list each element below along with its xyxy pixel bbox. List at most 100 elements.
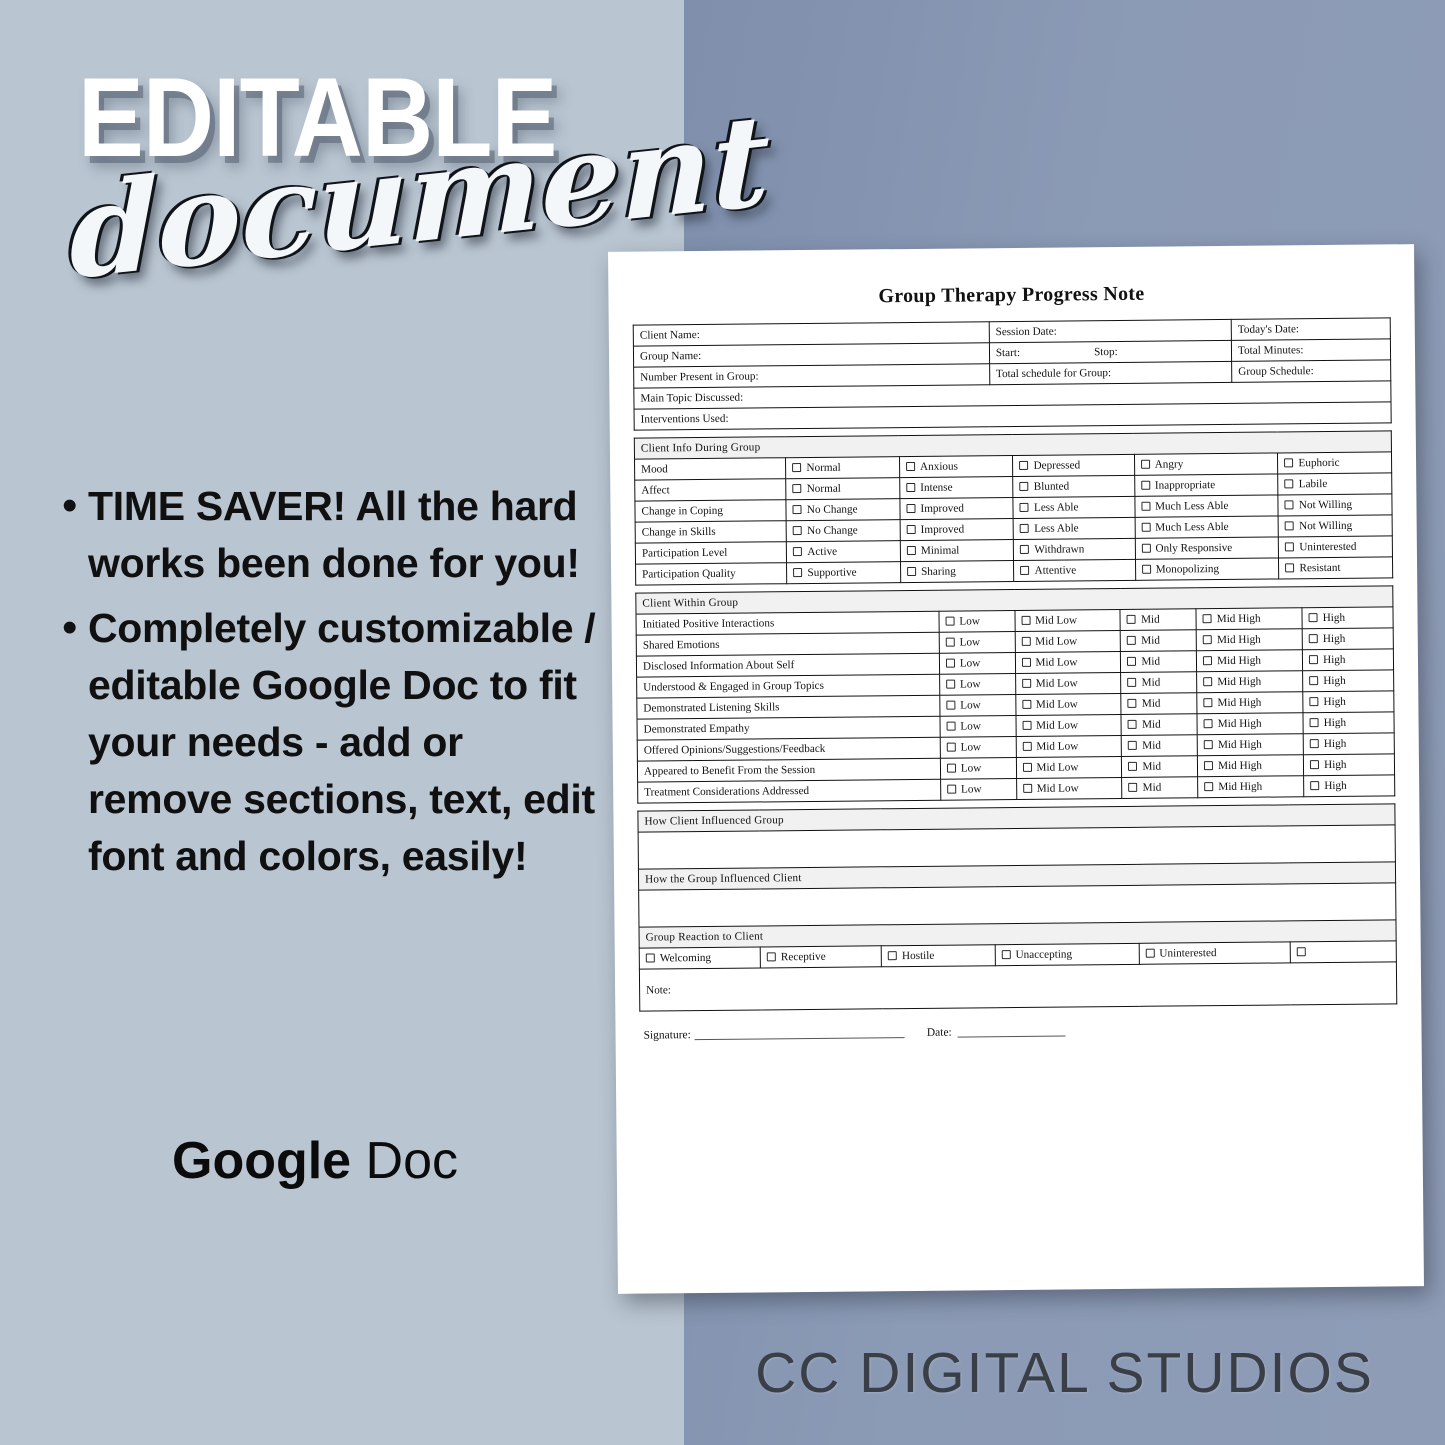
checkbox-icon[interactable] <box>1309 718 1319 728</box>
checkbox-option[interactable]: Not Willing <box>1278 493 1393 516</box>
checkbox-icon[interactable] <box>946 700 956 710</box>
checkbox-option[interactable]: Mid <box>1121 692 1198 715</box>
checkbox-icon[interactable] <box>1019 502 1030 512</box>
checkbox-option[interactable]: Mid <box>1121 734 1198 757</box>
checkbox-icon[interactable] <box>1309 697 1319 707</box>
checkbox-icon[interactable] <box>1127 656 1137 666</box>
checkbox-option[interactable]: Mid Low <box>1016 777 1123 800</box>
checkbox-option[interactable]: No Change <box>786 498 901 521</box>
checkbox-icon[interactable] <box>1284 458 1294 468</box>
checkbox-icon[interactable] <box>1204 761 1214 771</box>
checkbox-option[interactable]: Mid <box>1121 755 1198 778</box>
checkbox-option[interactable]: Labile <box>1278 472 1392 495</box>
checkbox-icon[interactable] <box>1020 523 1030 533</box>
checkbox-option[interactable]: Low <box>940 757 1017 780</box>
checkbox-icon[interactable] <box>1128 719 1138 729</box>
checkbox-option[interactable]: High <box>1302 648 1394 671</box>
checkbox-option[interactable]: Low <box>939 652 1016 675</box>
checkbox-option[interactable]: High <box>1302 669 1394 692</box>
checkbox-option[interactable]: Anxious <box>899 455 1014 478</box>
checkbox-icon[interactable] <box>945 616 955 626</box>
field-start-stop[interactable]: Start: Stop: <box>989 340 1232 364</box>
checkbox-icon[interactable] <box>1022 720 1032 730</box>
checkbox-option[interactable]: Welcoming <box>639 946 761 970</box>
checkbox-icon[interactable] <box>645 953 655 963</box>
checkbox-icon[interactable] <box>1308 634 1318 644</box>
checkbox-option[interactable]: Mid High <box>1196 670 1303 693</box>
checkbox-icon[interactable] <box>946 784 957 794</box>
checkbox-option[interactable]: Monopolizing <box>1135 557 1280 581</box>
checkbox-option[interactable]: Sharing <box>900 560 1015 583</box>
checkbox-option[interactable]: Much Less Able <box>1134 494 1279 518</box>
checkbox-icon[interactable] <box>1284 500 1294 510</box>
checkbox-option[interactable]: Hostile <box>881 944 996 967</box>
checkbox-option[interactable]: Active <box>786 540 901 563</box>
checkbox-icon[interactable] <box>1021 657 1031 667</box>
checkbox-icon[interactable] <box>1203 698 1213 708</box>
checkbox-icon[interactable] <box>1296 947 1306 957</box>
checkbox-option[interactable]: Low <box>939 673 1016 696</box>
checkbox-icon[interactable] <box>1141 564 1151 574</box>
checkbox-option[interactable]: Improved <box>900 518 1014 541</box>
checkbox-option[interactable]: Mid <box>1120 608 1197 631</box>
checkbox-option[interactable]: Mid High <box>1196 649 1303 672</box>
checkbox-icon[interactable] <box>1141 522 1151 532</box>
checkbox-icon[interactable] <box>1140 480 1150 490</box>
checkbox-option[interactable]: Receptive <box>760 945 882 968</box>
checkbox-icon[interactable] <box>1203 740 1213 750</box>
checkbox-option[interactable]: High <box>1302 690 1394 713</box>
checkbox-icon[interactable] <box>792 505 802 515</box>
checkbox-option[interactable]: Unaccepting <box>994 943 1139 966</box>
checkbox-icon[interactable] <box>793 547 803 557</box>
checkbox-option[interactable]: Normal <box>785 456 900 479</box>
checkbox-icon[interactable] <box>946 742 956 752</box>
checkbox-icon[interactable] <box>792 484 802 494</box>
checkbox-icon[interactable] <box>1128 740 1138 750</box>
checkbox-icon[interactable] <box>906 482 916 493</box>
checkbox-option[interactable]: Mid <box>1122 776 1198 799</box>
checkbox-option[interactable]: Mid High <box>1196 691 1304 714</box>
checkbox-option[interactable]: Mid High <box>1196 628 1303 651</box>
checkbox-icon[interactable] <box>1284 479 1294 489</box>
field-session-date[interactable]: Session Date: <box>988 319 1232 343</box>
checkbox-option[interactable]: Supportive <box>786 561 901 584</box>
checkbox-option[interactable]: Low <box>939 694 1016 717</box>
checkbox-icon[interactable] <box>1022 762 1032 772</box>
checkbox-icon[interactable] <box>1020 544 1030 554</box>
checkbox-option-blank[interactable] <box>1290 940 1397 963</box>
checkbox-option[interactable]: High <box>1302 627 1394 650</box>
checkbox-icon[interactable] <box>1001 950 1011 960</box>
checkbox-option[interactable]: High <box>1303 753 1395 776</box>
checkbox-icon[interactable] <box>1285 521 1295 531</box>
checkbox-option[interactable]: Mid Low <box>1015 714 1122 737</box>
checkbox-option[interactable]: Mid Low <box>1014 651 1122 674</box>
checkbox-icon[interactable] <box>1203 677 1213 687</box>
checkbox-option[interactable]: Mid <box>1120 650 1197 673</box>
checkbox-option[interactable]: High <box>1303 711 1395 734</box>
signature-input-line[interactable] <box>694 1037 905 1041</box>
checkbox-icon[interactable] <box>1202 635 1212 645</box>
checkbox-option[interactable]: Uninterested <box>1278 535 1393 558</box>
checkbox-option[interactable]: Depressed <box>1012 454 1135 477</box>
checkbox-icon[interactable] <box>905 461 916 472</box>
field-total-schedule[interactable]: Total schedule for Group: <box>989 361 1232 385</box>
checkbox-icon[interactable] <box>1309 739 1319 749</box>
checkbox-option[interactable]: Mid <box>1120 629 1197 652</box>
checkbox-icon[interactable] <box>1019 460 1029 470</box>
checkbox-option[interactable]: Euphoric <box>1277 451 1392 474</box>
checkbox-icon[interactable] <box>1019 481 1029 491</box>
checkbox-option[interactable]: Low <box>938 610 1015 633</box>
checkbox-icon[interactable] <box>1021 678 1031 688</box>
checkbox-option[interactable]: Blunted <box>1013 475 1135 498</box>
checkbox-icon[interactable] <box>1309 676 1319 686</box>
checkbox-icon[interactable] <box>1203 719 1213 729</box>
checkbox-option[interactable]: Mid <box>1121 671 1197 694</box>
checkbox-option[interactable]: Mid Low <box>1014 609 1121 632</box>
checkbox-icon[interactable] <box>1021 636 1031 646</box>
checkbox-option[interactable]: Improved <box>899 497 1014 520</box>
checkbox-icon[interactable] <box>1141 501 1151 511</box>
checkbox-icon[interactable] <box>1126 614 1137 624</box>
checkbox-icon[interactable] <box>1127 635 1137 645</box>
checkbox-option[interactable]: Attentive <box>1013 559 1136 582</box>
checkbox-icon[interactable] <box>793 526 803 536</box>
